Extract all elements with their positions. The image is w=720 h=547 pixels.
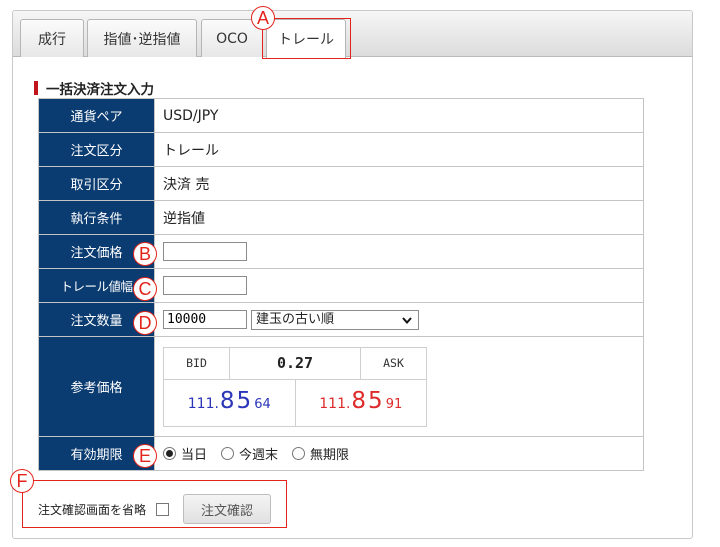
quote-board: BID 0.27 ASK 111. 85 64 111. 85 91	[163, 346, 427, 427]
radio-icon	[292, 447, 306, 460]
row-expiry: 有効期限 当日 今週末 無期限	[38, 436, 644, 471]
row-trade-type: 取引区分 決済 売	[38, 166, 644, 201]
chevron-down-icon	[402, 316, 412, 324]
row-quantity: 注文数量 建玉の古い順	[38, 302, 644, 337]
expiry-radio-group: 当日 今週末 無期限	[163, 444, 643, 463]
expiry-option-weekend[interactable]: 今週末	[221, 444, 278, 463]
row-exec-condition: 執行条件 逆指値	[38, 200, 644, 235]
exec-condition-label: 執行条件	[38, 200, 155, 235]
highlight-box-trail-tab	[262, 18, 351, 59]
row-trail-width: トレール値幅	[38, 268, 644, 303]
pair-value: USD/JPY	[154, 98, 644, 133]
expiry-option-label: 無期限	[310, 448, 350, 463]
radio-selected-icon	[163, 447, 176, 460]
reference-price-label: 参考価格	[38, 336, 155, 437]
callout-c: C	[133, 277, 157, 301]
expiry-cell: 当日 今週末 無期限	[154, 436, 644, 471]
tab-label: 指値･逆指値	[103, 31, 181, 48]
spread-value: 0.27	[276, 354, 314, 372]
title-bar-marker	[34, 81, 38, 95]
quantity-cell: 建玉の古い順	[154, 302, 644, 337]
radio-icon	[221, 447, 235, 460]
quantity-input[interactable]	[163, 309, 247, 329]
position-order-select[interactable]: 建玉の古い順	[251, 309, 419, 330]
bid-price[interactable]: 111. 85 64	[164, 379, 296, 426]
order-type-value: トレール	[154, 132, 644, 167]
pair-label: 通貨ペア	[38, 98, 155, 133]
position-order-selected: 建玉の古い順	[256, 311, 335, 327]
callout-a: A	[251, 6, 275, 30]
bid-price-pip: 64	[254, 396, 271, 412]
row-order-price: 注文価格	[38, 234, 644, 269]
bid-price-big: 85	[219, 387, 254, 414]
ask-price-pip: 91	[385, 396, 403, 412]
row-pair: 通貨ペア USD/JPY	[38, 98, 644, 133]
bid-price-head: 111.	[187, 395, 219, 412]
tab-market[interactable]: 成行	[20, 19, 84, 57]
trade-type-value: 決済 売	[154, 166, 644, 201]
order-price-input[interactable]	[163, 242, 247, 261]
section-title-text: 一括決済注文入力	[46, 82, 154, 98]
quote-prices: 111. 85 64 111. 85 91	[164, 379, 427, 426]
callout-f: F	[10, 469, 34, 493]
section-title: 一括決済注文入力	[34, 78, 154, 98]
tab-label: OCO	[216, 30, 248, 47]
ask-price-big: 85	[351, 387, 385, 414]
row-reference-price: 参考価格 BID 0.27 ASK 111. 85 64 111. 85 91	[38, 336, 644, 437]
expiry-option-indefinite[interactable]: 無期限	[292, 444, 349, 463]
ask-label: ASK	[360, 347, 426, 379]
expiry-option-label: 今週末	[239, 448, 279, 463]
reference-price-cell: BID 0.27 ASK 111. 85 64 111. 85 91	[154, 336, 644, 437]
callout-d: D	[133, 311, 157, 335]
callout-e: E	[133, 444, 157, 468]
order-price-cell	[154, 234, 644, 269]
trade-type-label: 取引区分	[38, 166, 155, 201]
callout-b: B	[133, 242, 157, 266]
order-form-table: 通貨ペア USD/JPY 注文区分 トレール 取引区分 決済 売 執行条件 逆指…	[38, 98, 644, 471]
order-type-label: 注文区分	[38, 132, 155, 167]
tab-label: 成行	[38, 31, 66, 48]
ask-price-head: 111.	[319, 395, 351, 412]
expiry-option-label: 当日	[181, 448, 208, 463]
bid-label: BID	[164, 347, 230, 379]
quote-header: BID 0.27 ASK	[164, 347, 426, 380]
exec-condition-value: 逆指値	[154, 200, 644, 235]
order-type-tabbar: 成行 指値･逆指値 OCO トレール	[13, 11, 692, 58]
highlight-box-confirm-row	[22, 480, 287, 528]
tab-limit-stop[interactable]: 指値･逆指値	[87, 19, 197, 57]
ask-price[interactable]: 111. 85 91	[296, 380, 427, 426]
row-order-type: 注文区分 トレール	[38, 132, 644, 167]
trail-width-input[interactable]	[163, 276, 247, 295]
trail-width-cell	[154, 268, 644, 303]
expiry-option-today[interactable]: 当日	[163, 444, 207, 463]
